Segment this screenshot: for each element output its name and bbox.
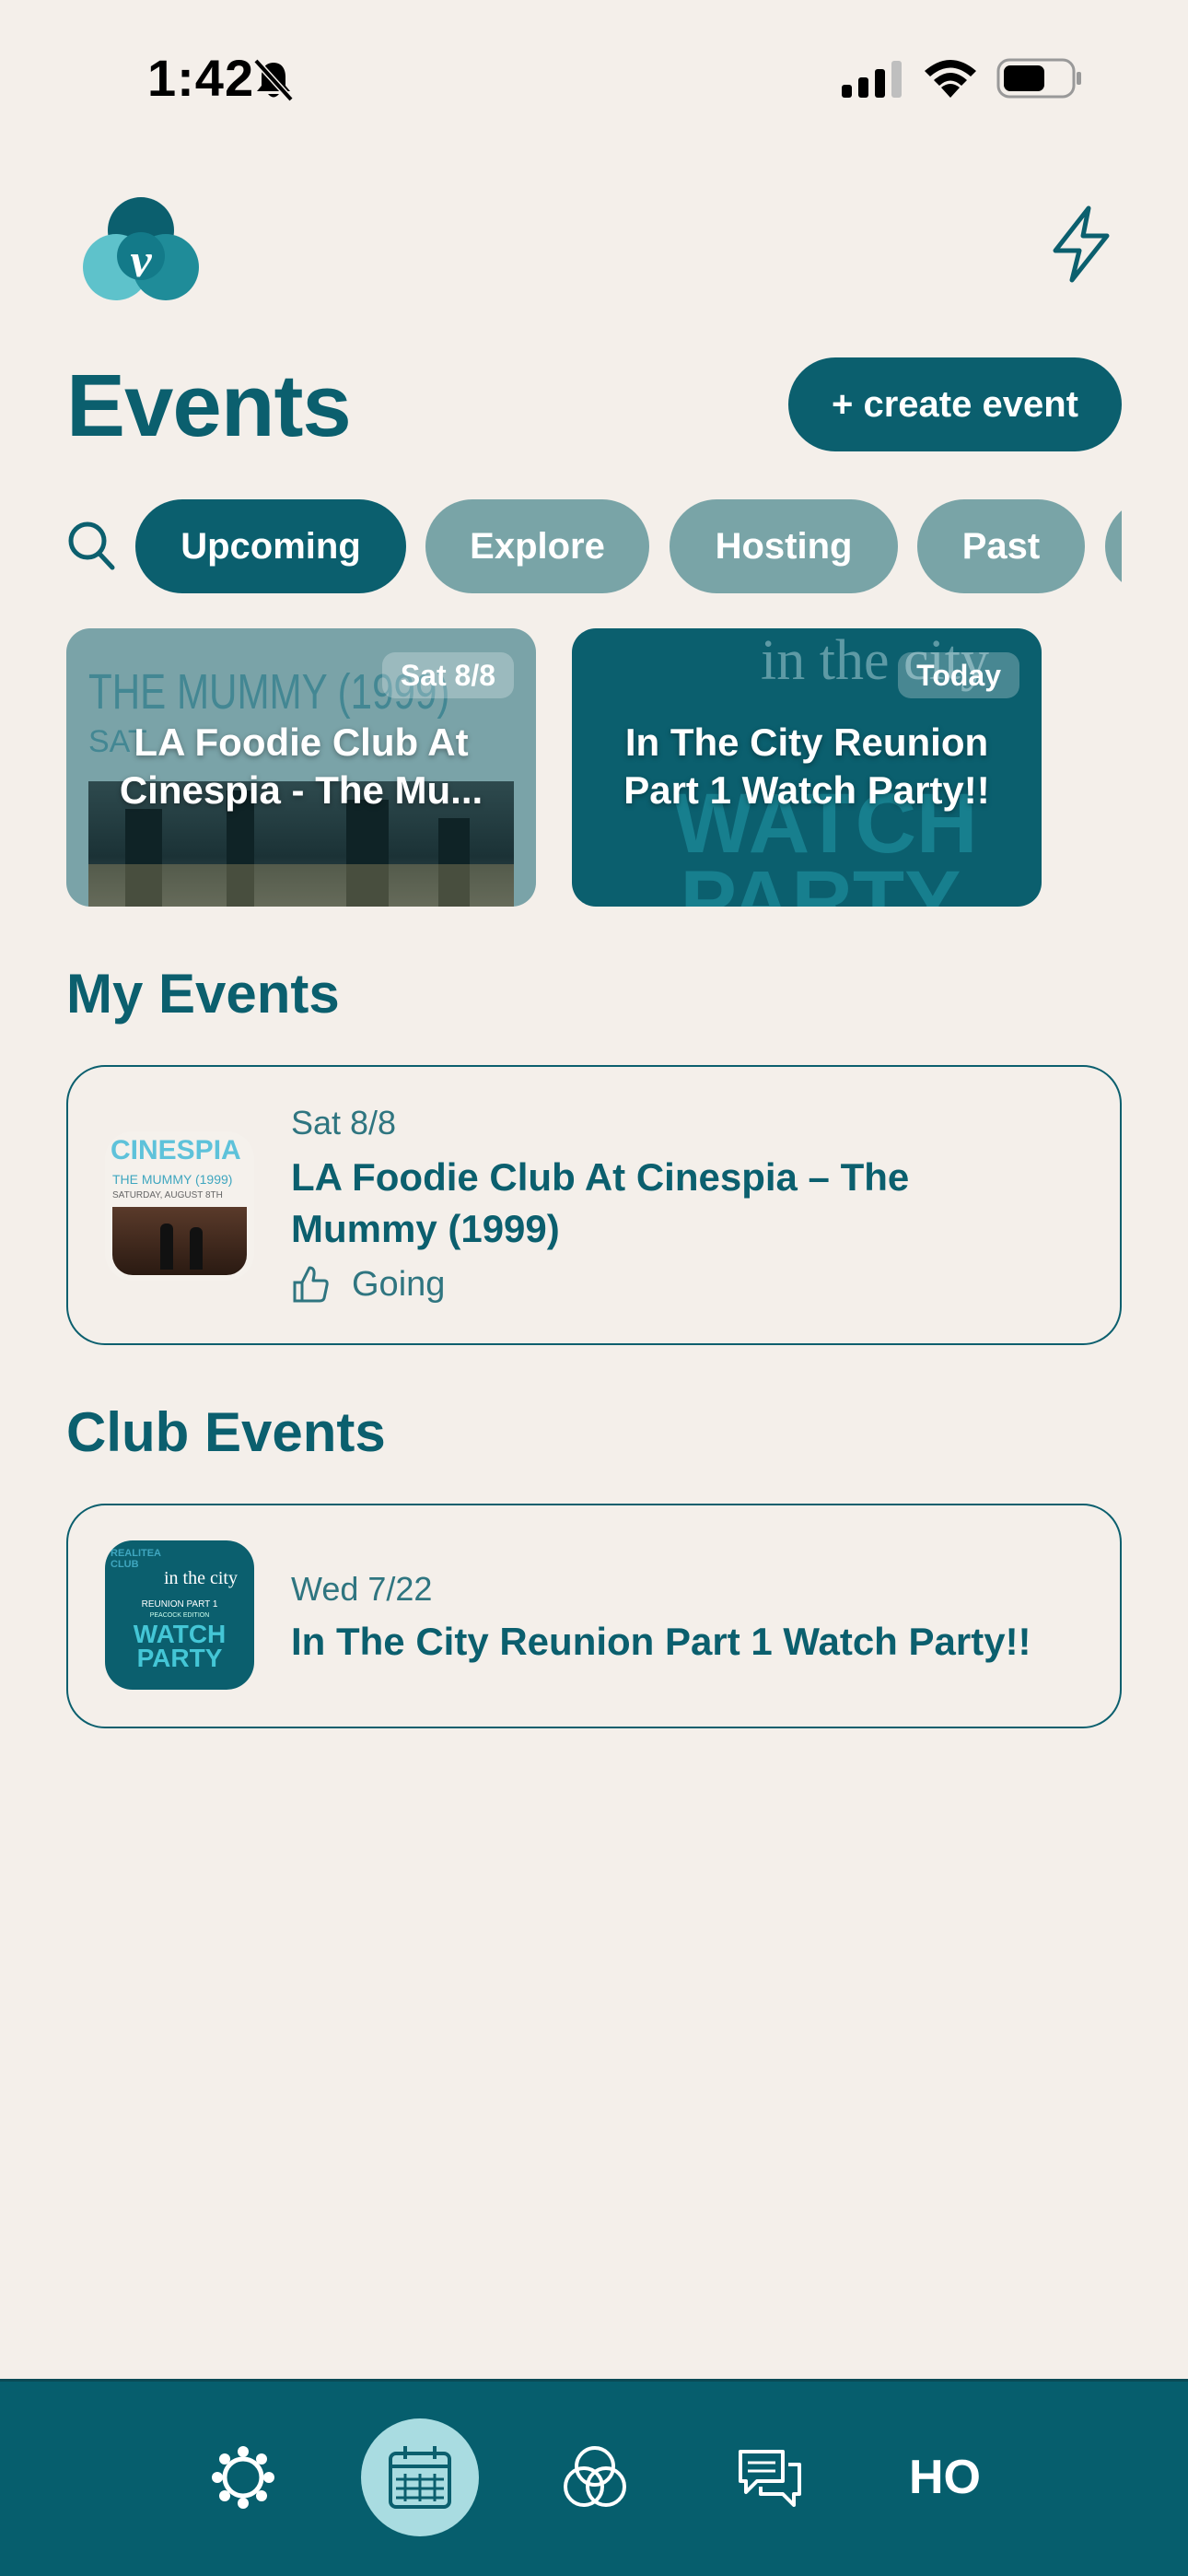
svg-text:v: v — [130, 235, 152, 287]
event-date-badge: Today — [898, 652, 1019, 698]
rsvp-label: Going — [352, 1264, 446, 1304]
create-event-button[interactable]: + create event — [788, 357, 1122, 451]
filter-bar: Upcoming Explore Hosting Past — [66, 498, 1122, 593]
thumb-line1: in the city — [164, 1568, 238, 1588]
app-logo[interactable]: v — [81, 193, 201, 304]
cellular-signal-icon — [842, 61, 902, 98]
thumb-line2: REUNION PART 1 — [141, 1599, 218, 1610]
event-date-badge: Sat 8/8 — [381, 652, 514, 698]
page-title: Events — [66, 357, 352, 455]
event-title: In The City Reunion Part 1 Watch Party!! — [623, 720, 990, 812]
wifi-icon — [925, 60, 976, 98]
tab-upcoming[interactable]: Upcoming — [135, 499, 406, 593]
nav-messages[interactable] — [711, 2418, 829, 2536]
nav-events[interactable] — [361, 2418, 479, 2536]
calendar-icon — [389, 2446, 451, 2509]
my-events-heading: My Events — [66, 963, 340, 1025]
search-icon[interactable] — [66, 520, 116, 571]
battery-icon — [996, 58, 1081, 99]
nav-community[interactable] — [184, 2418, 302, 2536]
lightning-bolt-icon[interactable] — [1048, 205, 1114, 284]
status-time: 1:42 — [147, 49, 255, 107]
event-thumbnail: REALITEA CLUB in the city REUNION PART 1… — [105, 1540, 254, 1690]
event-title: LA Foodie Club At Cinespia - The Mu... — [119, 720, 483, 812]
thumb-line3: PEACOCK EDITION — [149, 1612, 210, 1619]
thumb-line2: SATURDAY, AUGUST 8TH — [112, 1190, 223, 1200]
circles-icon — [564, 2446, 626, 2507]
nav-clubs[interactable] — [536, 2418, 654, 2536]
bottom-nav: HO — [0, 2379, 1188, 2576]
featured-event-card[interactable]: THE MUMMY (1999) SAT Sat 8/8 LA Foodie C… — [66, 628, 536, 907]
event-date: Wed 7/22 — [291, 1570, 433, 1608]
club-events-heading: Club Events — [66, 1401, 386, 1463]
event-list-item[interactable]: CINESPIA THE MUMMY (1999) SATURDAY, AUGU… — [66, 1065, 1122, 1345]
tab-hosting[interactable]: Hosting — [670, 499, 898, 593]
thumb-badge: REALITEA CLUB — [111, 1548, 161, 1570]
status-bar: 1:42 — [0, 0, 1188, 157]
bell-off-icon — [253, 58, 294, 102]
event-date: Sat 8/8 — [291, 1104, 397, 1142]
rsvp-status: Going — [291, 1264, 445, 1305]
thumb-line1: THE MUMMY (1999) — [112, 1172, 233, 1187]
event-thumbnail: CINESPIA THE MUMMY (1999) SATURDAY, AUGU… — [105, 1131, 254, 1281]
tab-more[interactable] — [1105, 499, 1122, 593]
chat-icon — [739, 2450, 801, 2507]
community-icon — [212, 2446, 274, 2509]
nav-profile[interactable]: HO — [886, 2418, 1004, 2536]
event-title: LA Foodie Club At Cinespia – The Mummy (… — [291, 1155, 910, 1250]
thumb-line5: PARTY — [136, 1644, 223, 1672]
thumb-brand: CINESPIA — [111, 1135, 241, 1165]
tab-past[interactable]: Past — [917, 499, 1085, 593]
thumbs-up-icon — [293, 1266, 329, 1303]
featured-event-card[interactable]: in the city WATCH PARTY Today In The Cit… — [572, 628, 1042, 907]
tab-explore[interactable]: Explore — [425, 499, 649, 593]
event-title: In The City Reunion Part 1 Watch Party!! — [291, 1620, 1031, 1663]
profile-initials: HO — [909, 2451, 981, 2504]
event-list-item[interactable]: REALITEA CLUB in the city REUNION PART 1… — [66, 1504, 1122, 1728]
